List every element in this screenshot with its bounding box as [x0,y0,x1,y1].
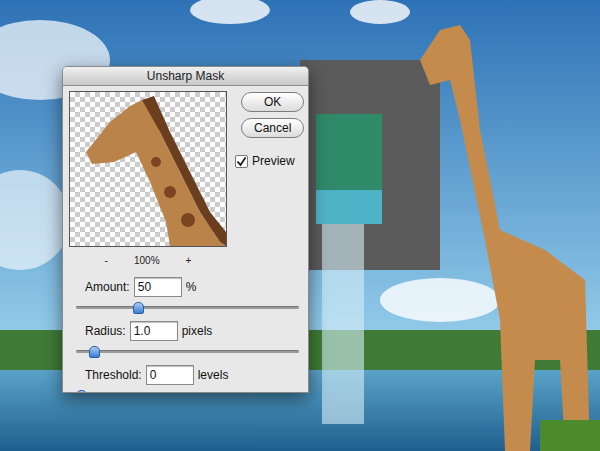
control-group: Radius:1.0pixels [69,321,308,358]
control-label: Radius: [85,322,126,340]
control-row: Amount:50% [69,277,308,297]
preview-area[interactable] [69,91,227,247]
checkmark-icon [236,156,247,167]
control-row: Threshold:0levels [69,365,308,385]
zoom-row: - 100% + [69,253,227,268]
slider-thumb[interactable] [76,390,87,393]
control-group: Threshold:0levels [69,365,308,393]
desktop: Unsharp Mask OK Cancel Preview - 100% + Amount:… [0,0,600,451]
control-value-field[interactable]: 1.0 [130,321,178,341]
title-bar[interactable]: Unsharp Mask [63,67,308,86]
dialog-body: OK Cancel Preview - 100% + Amount:50% Radius:1.… [63,86,308,393]
top-row: OK Cancel Preview [69,91,308,247]
control-unit: levels [198,366,229,384]
window-title: Unsharp Mask [147,67,224,86]
zoom-level: 100% [134,253,160,268]
control-row: Radius:1.0pixels [69,321,308,341]
controls: Amount:50% Radius:1.0pixels Threshold:0lev… [69,277,308,393]
slider-track[interactable] [76,350,299,353]
giraffe-preview-icon [70,92,226,246]
slider-track[interactable] [76,306,299,309]
ok-button[interactable]: OK [241,92,304,112]
preview-checkbox[interactable] [235,155,248,168]
control-group: Amount:50% [69,277,308,314]
zoom-out-button[interactable]: - [101,253,112,268]
control-value-field[interactable]: 50 [134,277,182,297]
slider[interactable] [76,388,299,393]
slider-thumb[interactable] [89,346,100,358]
button-column: OK Cancel Preview [241,92,304,247]
preview-checkbox-row[interactable]: Preview [235,152,304,170]
unsharp-mask-dialog: Unsharp Mask OK Cancel Preview - 100% + Amount:… [62,66,309,393]
control-label: Threshold: [85,366,142,384]
control-value-field[interactable]: 0 [146,365,194,385]
control-unit: % [186,278,197,296]
slider[interactable] [76,344,299,358]
zoom-in-button[interactable]: + [182,253,196,268]
slider[interactable] [76,300,299,314]
cancel-button[interactable]: Cancel [241,118,304,138]
control-unit: pixels [182,322,213,340]
control-label: Amount: [85,278,130,296]
preview-label: Preview [252,152,295,170]
slider-thumb[interactable] [133,302,144,314]
